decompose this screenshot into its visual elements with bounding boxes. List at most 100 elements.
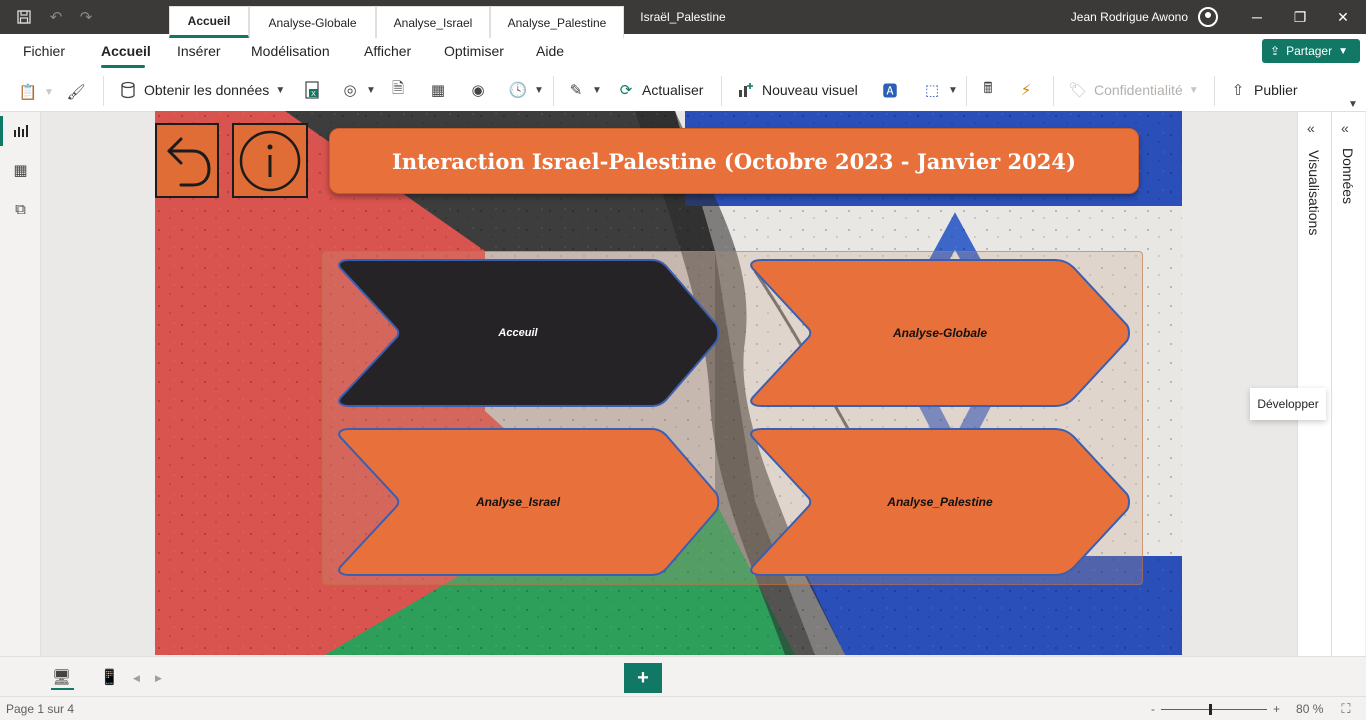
sql-icon: 🗎	[391, 79, 405, 97]
dataverse-button[interactable]: ◉	[468, 78, 488, 102]
minimize-icon[interactable]: ─	[1234, 0, 1280, 34]
zoom-slider-thumb[interactable]	[1209, 703, 1212, 715]
page-tab-analyse-globale[interactable]: Analyse-Globale	[249, 6, 376, 38]
nav-button-analyse-globale[interactable]: Analyse-Globale	[748, 258, 1132, 408]
new-measure-button[interactable]: 🖩	[978, 78, 998, 102]
page-tab-analyse-palestine[interactable]: Analyse_Palestine	[490, 6, 624, 38]
chevron-down-icon: ▼	[1338, 45, 1348, 57]
active-layout-indicator	[51, 688, 74, 690]
report-title-box: Interaction Israel-Palestine (Octobre 20…	[329, 128, 1139, 194]
report-view-icon[interactable]	[0, 114, 41, 148]
table-view-icon[interactable]: ▦	[0, 153, 41, 187]
menu-accueil[interactable]: Accueil	[101, 43, 151, 59]
right-panes: « Visualisations « Données	[1297, 112, 1366, 656]
scroll-right-icon[interactable]: ▶	[155, 673, 162, 684]
text-box-button[interactable]: 🅰	[880, 78, 900, 102]
enter-data-button[interactable]: ▦	[428, 78, 448, 102]
excel-button[interactable]: X	[302, 78, 322, 102]
menu-inserer[interactable]: Insérer	[177, 43, 221, 59]
close-icon[interactable]: ✕	[1320, 0, 1366, 34]
publish-button[interactable]: ⇧ Publier	[1228, 78, 1298, 102]
onelake-button[interactable]: ◎ ▼	[340, 78, 376, 102]
expand-icon[interactable]: «	[1307, 120, 1315, 136]
menu-fichier[interactable]: Fichier	[23, 43, 65, 59]
more-visuals-button[interactable]: ⬚ ▼	[922, 78, 958, 102]
menu-afficher[interactable]: Afficher	[364, 43, 411, 59]
chevron-down-icon: ▼	[948, 84, 958, 96]
chevron-down-icon: ▼	[1188, 84, 1199, 96]
nav-button-accueil[interactable]: Acceuil	[336, 258, 720, 408]
sensitivity-label: Confidentialité	[1094, 82, 1183, 98]
refresh-button[interactable]: ⟳ Actualiser	[616, 78, 704, 102]
excel-icon: X	[302, 80, 322, 100]
data-pane[interactable]: « Données	[1331, 112, 1365, 656]
view-rail: ▦ ⧉	[0, 112, 41, 656]
scroll-left-icon[interactable]: ◀	[133, 673, 140, 684]
nav-button-analyse-palestine[interactable]: Analyse_Palestine	[748, 427, 1132, 577]
menu-modelisation[interactable]: Modélisation	[251, 43, 330, 59]
new-visual-label: Nouveau visuel	[762, 82, 858, 98]
format-painter-icon: 🖌	[66, 84, 86, 101]
sensitivity-button[interactable]: 🏷 Confidentialité ▼	[1068, 78, 1199, 102]
database-icon	[118, 80, 138, 100]
new-visual-icon	[736, 80, 756, 100]
new-visual-button[interactable]: Nouveau visuel	[736, 78, 858, 102]
page-info: Page 1 sur 4	[6, 702, 75, 716]
share-button[interactable]: ⇪ Partager ▼	[1262, 39, 1360, 63]
page-tab-accueil[interactable]: Accueil	[169, 6, 249, 38]
zoom-out-icon[interactable]: -	[1151, 702, 1155, 716]
menu-bar: Fichier Accueil Insérer Modélisation Aff…	[0, 34, 1366, 68]
report-title: Interaction Israel-Palestine (Octobre 20…	[392, 148, 1076, 174]
zoom-level: 80 %	[1296, 702, 1324, 716]
transform-data-button[interactable]: ✎ ▼	[566, 78, 602, 102]
report-page: Interaction Israel-Palestine (Octobre 20…	[155, 111, 1182, 655]
add-page-button[interactable]: +	[624, 663, 662, 693]
zoom-slider[interactable]	[1161, 703, 1267, 715]
refresh-label: Actualiser	[642, 82, 704, 98]
desktop-layout-icon[interactable]: 🖥	[52, 668, 71, 686]
back-arrow-icon	[167, 137, 211, 187]
share-label: Partager	[1286, 44, 1333, 58]
menu-aide[interactable]: Aide	[536, 43, 564, 59]
data-pane-label: Données	[1340, 148, 1356, 205]
get-data-button[interactable]: Obtenir les données ▼	[118, 78, 285, 102]
restore-icon[interactable]: ❐	[1277, 0, 1323, 34]
model-view-icon[interactable]: ⧉	[0, 192, 41, 226]
visualizations-pane[interactable]: « Visualisations	[1297, 112, 1331, 656]
info-button[interactable]	[232, 123, 308, 198]
share-icon: ⇪	[1270, 44, 1281, 58]
expand-icon[interactable]: «	[1341, 120, 1349, 136]
fit-to-page-icon[interactable]: ⛶	[1341, 701, 1350, 717]
chevron-down-icon: ▼	[592, 84, 602, 96]
zoom-in-icon[interactable]: +	[1273, 702, 1280, 716]
ribbon-divider	[1214, 76, 1215, 106]
quick-measure-button[interactable]: ⚡	[1016, 78, 1036, 102]
mobile-layout-icon[interactable]: 📱	[100, 668, 119, 686]
page-tab-analyse-israel[interactable]: Analyse_Israel	[376, 6, 490, 38]
recent-sources-button[interactable]: 🕓 ▼	[508, 78, 544, 102]
back-button[interactable]	[155, 123, 219, 198]
menu-optimiser[interactable]: Optimiser	[444, 43, 504, 59]
svg-text:X: X	[311, 91, 316, 98]
status-bar: Page 1 sur 4 - + 80 % ⛶	[0, 696, 1366, 720]
visualizations-pane-label: Visualisations	[1306, 150, 1322, 236]
refresh-icon: ⟳	[619, 82, 633, 99]
nav-label-analyse-israel: Analyse_Israel	[475, 495, 561, 509]
chevron-down-icon: ▼	[366, 84, 376, 96]
ribbon-divider	[966, 76, 967, 106]
nav-button-analyse-israel[interactable]: Analyse_Israel	[336, 427, 720, 577]
more-visuals-icon: ⬚	[924, 82, 940, 99]
page-tabs-bar	[0, 656, 1366, 696]
paste-icon: 📋	[18, 84, 38, 101]
chevron-down-icon: ▼	[44, 86, 54, 98]
table-grid-icon: ▦	[430, 82, 446, 99]
chevron-down-icon: ▼	[1348, 98, 1358, 110]
avatar[interactable]	[1198, 7, 1218, 27]
calculator-icon: 🖩	[983, 79, 993, 97]
quick-measure-icon: ⚡	[1020, 82, 1032, 99]
recent-sources-icon: 🕓	[508, 82, 528, 99]
format-painter-button[interactable]: 🖌	[66, 80, 86, 104]
sql-button[interactable]: 🗎	[388, 78, 408, 102]
paste-button[interactable]: 📋 ▼	[18, 80, 54, 104]
ribbon-divider	[553, 76, 554, 106]
